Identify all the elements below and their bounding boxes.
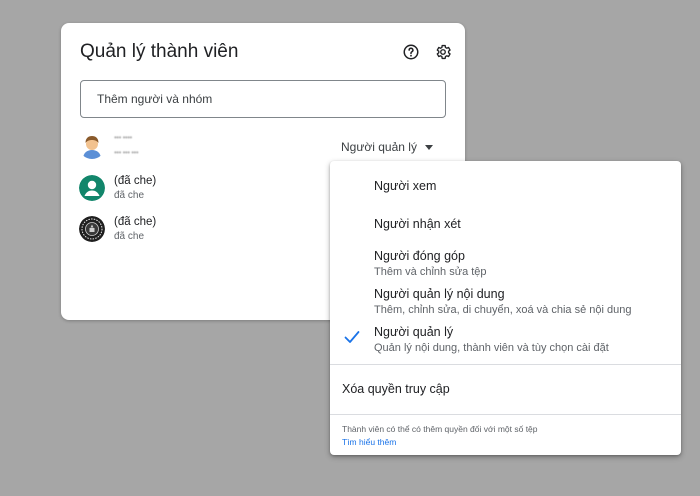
role-menu: Người xem Người nhận xét Người đóng góp … [330, 161, 681, 455]
member-email: ••• ••• ••• [114, 148, 139, 157]
person-avatar [79, 175, 105, 201]
footer-note: Thành viên có thể có thêm quyền đối với … [342, 424, 538, 434]
member-name: ••• •••• [114, 133, 132, 142]
learn-more-link[interactable]: Tìm hiểu thêm [342, 437, 396, 447]
menu-item-commenter[interactable]: Người nhận xét [330, 211, 681, 235]
dialog-title: Quản lý thành viên [80, 41, 239, 62]
role-dropdown-label: Người quản lý [341, 140, 417, 154]
remove-access-button[interactable]: Xóa quyền truy cập [342, 382, 450, 396]
menu-divider [330, 414, 681, 415]
menu-item-label: Người đóng góp [374, 249, 465, 263]
menu-item-contributor[interactable]: Người đóng góp Thêm và chỉnh sửa tệp [330, 247, 681, 281]
menu-item-label: Người xem [374, 179, 437, 193]
caret-down-icon [424, 144, 433, 150]
checkmark-icon [344, 330, 360, 349]
member-email: đã che [114, 231, 145, 242]
member-name: (đã che) [114, 216, 157, 228]
menu-item-description: Thêm, chỉnh sửa, di chuyển, xoá và chia … [374, 304, 632, 316]
seal-avatar [79, 216, 105, 242]
menu-item-description: Quản lý nội dung, thành viên và tùy chọn… [374, 342, 609, 354]
menu-item-label: Người quản lý nội dung [374, 287, 505, 301]
menu-item-label: Người nhận xét [374, 217, 461, 231]
help-circle-icon[interactable] [401, 42, 421, 62]
menu-item-label: Người quản lý [374, 325, 454, 339]
menu-item-viewer[interactable]: Người xem [330, 174, 681, 198]
person-illustration-avatar [79, 133, 105, 159]
menu-item-description: Thêm và chỉnh sửa tệp [374, 266, 487, 278]
menu-item-content-manager[interactable]: Người quản lý nội dung Thêm, chỉnh sửa, … [330, 285, 681, 319]
role-dropdown[interactable]: Người quản lý [341, 138, 433, 156]
member-name: (đã che) [114, 175, 157, 187]
gear-icon[interactable] [433, 42, 453, 62]
menu-divider [330, 364, 681, 365]
menu-item-manager[interactable]: Người quản lý Quản lý nội dung, thành vi… [330, 323, 681, 357]
add-people-input[interactable] [80, 80, 446, 118]
member-email: đã che [114, 190, 145, 201]
